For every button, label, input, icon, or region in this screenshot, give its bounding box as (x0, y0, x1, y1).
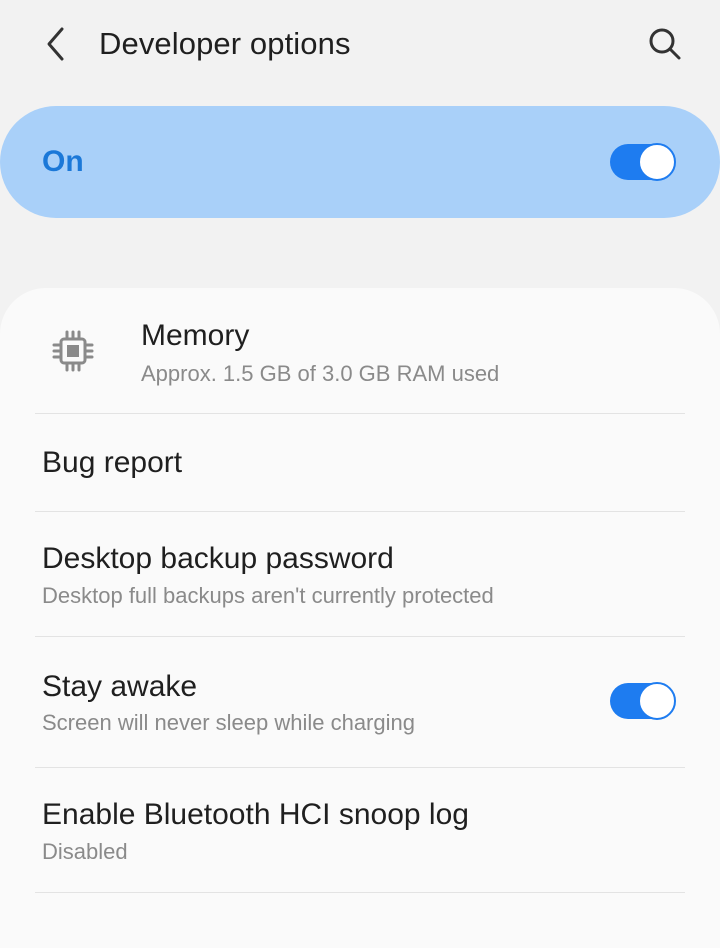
master-toggle[interactable] (610, 143, 676, 181)
chevron-left-icon (47, 27, 64, 61)
setting-title: Enable Bluetooth HCI snoop log (42, 798, 469, 831)
master-switch-label: On (42, 145, 84, 178)
app-bar: Developer options (0, 0, 720, 90)
search-button[interactable] (643, 22, 687, 66)
setting-subtitle: Disabled (42, 839, 128, 864)
setting-stay-awake[interactable]: Stay awake Screen will never sleep while… (0, 637, 720, 767)
setting-title: Bug report (42, 446, 183, 479)
search-icon (649, 28, 681, 60)
setting-title: Stay awake (42, 670, 198, 703)
master-switch-bar[interactable]: On (0, 106, 720, 218)
setting-bug-report[interactable]: Bug report (0, 414, 720, 511)
setting-title: Desktop backup password (42, 542, 394, 575)
setting-title: Memory (141, 319, 250, 352)
setting-bluetooth-hci-snoop-log[interactable]: Enable Bluetooth HCI snoop log Disabled (0, 768, 720, 893)
setting-subtitle: Approx. 1.5 GB of 3.0 GB RAM used (141, 361, 500, 386)
setting-memory[interactable]: Memory Approx. 1.5 GB of 3.0 GB RAM used (0, 288, 720, 412)
settings-card: Memory Approx. 1.5 GB of 3.0 GB RAM used… (0, 288, 720, 948)
setting-desktop-backup-password[interactable]: Desktop backup password Desktop full bac… (0, 512, 720, 636)
stay-awake-toggle[interactable] (610, 682, 676, 720)
divider (35, 892, 685, 893)
memory-chip-icon (52, 330, 94, 372)
back-button[interactable] (36, 24, 76, 64)
toggle-knob (638, 682, 676, 720)
setting-subtitle: Desktop full backups aren't currently pr… (42, 583, 494, 608)
toggle-knob (638, 143, 676, 181)
setting-subtitle: Screen will never sleep while charging (42, 710, 415, 735)
page-title: Developer options (99, 26, 351, 61)
